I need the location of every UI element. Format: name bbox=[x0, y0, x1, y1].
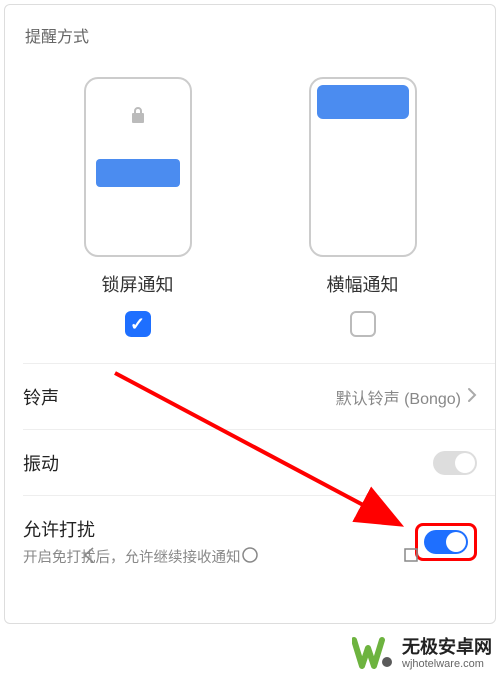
watermark-title: 无极安卓网 bbox=[402, 638, 492, 658]
banner-preview bbox=[309, 77, 417, 257]
option-lockscreen-label: 锁屏通知 bbox=[102, 271, 174, 297]
nav-recents-button[interactable] bbox=[401, 545, 421, 570]
ringtone-value: 默认铃声 (Bongo) bbox=[336, 385, 461, 409]
toggle-knob bbox=[455, 453, 475, 473]
ringtone-label: 铃声 bbox=[23, 384, 59, 410]
option-lockscreen[interactable]: 锁屏通知 ✓ bbox=[68, 77, 208, 337]
ringtone-value-wrap: 默认铃声 (Bongo) bbox=[336, 385, 477, 409]
watermark-url: wjhotelware.com bbox=[402, 658, 492, 670]
watermark: 无极安卓网 wjhotelware.com bbox=[352, 636, 492, 672]
option-banner[interactable]: 横幅通知 bbox=[293, 77, 433, 337]
section-title: 提醒方式 bbox=[5, 5, 495, 57]
chevron-right-icon bbox=[467, 387, 477, 408]
watermark-text: 无极安卓网 wjhotelware.com bbox=[402, 638, 492, 670]
option-banner-checkbox[interactable] bbox=[350, 311, 376, 337]
notification-style-options: 锁屏通知 ✓ 横幅通知 bbox=[5, 57, 495, 347]
checkmark-icon: ✓ bbox=[130, 314, 145, 335]
lock-icon bbox=[129, 105, 147, 130]
vibrate-label: 振动 bbox=[23, 450, 59, 476]
nav-back-button[interactable] bbox=[79, 545, 99, 570]
banner-shape bbox=[317, 85, 409, 119]
settings-card: 提醒方式 锁屏通知 ✓ 横幅通知 铃声 默认铃声 (Bongo) bbox=[4, 4, 496, 624]
ringtone-row[interactable]: 铃声 默认铃声 (Bongo) bbox=[5, 364, 495, 430]
option-lockscreen-checkbox[interactable]: ✓ bbox=[125, 311, 151, 337]
vibrate-toggle[interactable] bbox=[433, 451, 477, 475]
lockscreen-preview bbox=[84, 77, 192, 257]
nav-home-button[interactable] bbox=[240, 545, 260, 570]
android-nav-bar bbox=[9, 539, 491, 575]
option-banner-label: 横幅通知 bbox=[327, 271, 399, 297]
lockscreen-banner-shape bbox=[96, 159, 180, 187]
vibrate-row: 振动 bbox=[5, 430, 495, 496]
watermark-logo bbox=[352, 636, 394, 672]
